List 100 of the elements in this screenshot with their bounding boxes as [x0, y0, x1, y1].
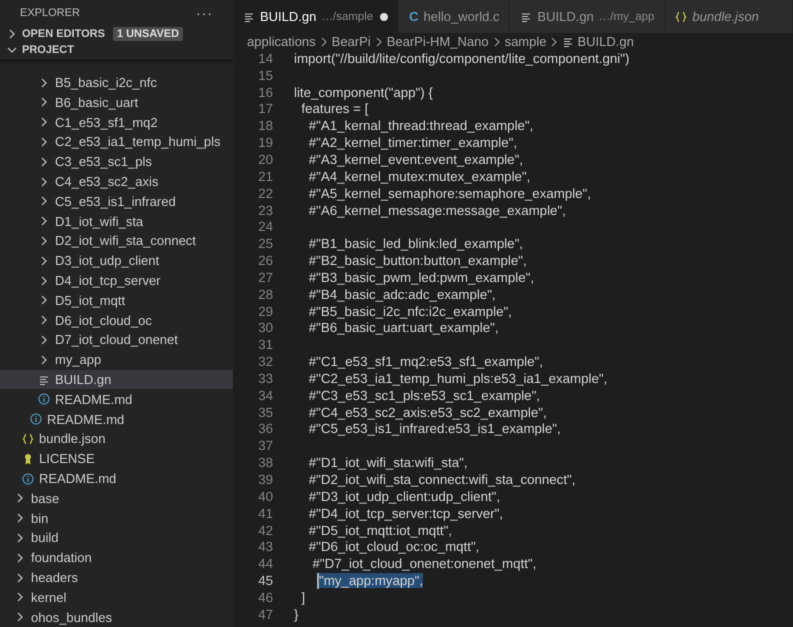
tree-item[interactable]: D6_iot_cloud_oc [0, 310, 233, 330]
line-number: 36 [257, 421, 273, 436]
code-line: #"B5_basic_i2c_nfc:i2c_example", [308, 304, 512, 319]
tab-title: hello_world.c [424, 9, 500, 24]
tree-item[interactable]: ohos_bundles [0, 607, 233, 627]
line-number: 39 [257, 472, 273, 488]
tree-item[interactable]: D4_iot_tcp_server [0, 270, 233, 290]
tree-item[interactable]: C4_e53_sc2_axis [0, 172, 233, 192]
code-line: #"D7_iot_cloud_onenet:onenet_mqtt", [311, 556, 536, 572]
tree-item[interactable]: D2_iot_wifi_sta_connect [0, 231, 233, 251]
code-line: #"B1_basic_led_blink:led_example", [308, 236, 523, 252]
line-number: 46 [257, 590, 273, 605]
line-number: 41 [257, 506, 273, 521]
ribbon-icon [22, 452, 34, 465]
editor-tab[interactable]: C hello_world.c [399, 0, 510, 33]
tree-item[interactable]: bundle.json [0, 429, 233, 449]
breadcrumb[interactable]: BearPi-HM_Nano [386, 34, 489, 49]
line-number: 25 [257, 236, 273, 252]
tree-item[interactable]: B6_basic_uart [0, 92, 233, 112]
tree-item[interactable]: LICENSE [0, 448, 233, 469]
tree-item[interactable]: bin [0, 508, 233, 528]
line-number: 20 [257, 152, 273, 167]
breadcrumb[interactable]: sample [504, 34, 546, 49]
tree-item[interactable]: BUILD.gn [0, 370, 233, 390]
tree-item[interactable]: C3_e53_sc1_pls [0, 152, 233, 172]
braces-icon [675, 10, 688, 22]
line-number: 44 [257, 556, 273, 572]
tree-item[interactable]: D7_iot_cloud_onenet [0, 330, 233, 350]
tree-item[interactable]: README.md [0, 409, 233, 430]
code-line: #"D5_iot_mqtt:iot_mqtt", [308, 522, 452, 538]
info-icon [30, 413, 42, 426]
tree-item[interactable]: my_app [0, 350, 233, 370]
line-number: 38 [257, 455, 273, 470]
line-number: 18 [257, 118, 273, 134]
selected-code: "my_app:myapp", [319, 573, 424, 588]
code-line: #"D4_iot_tcp_server:tcp_server", [308, 506, 503, 521]
tree-item[interactable]: foundation [0, 548, 233, 568]
code-line: #"A6_kernel_message:message_example", [308, 202, 566, 218]
line-number: 32 [257, 354, 273, 370]
line-number: 37 [257, 438, 273, 454]
line-number: 15 [257, 68, 273, 83]
info-icon [38, 393, 50, 406]
line-number: 31 [257, 337, 273, 352]
text-cursor [317, 572, 319, 589]
tab-title: BUILD.gn [260, 9, 316, 24]
code-line: #"D1_iot_wifi_sta:wifi_sta", [308, 455, 468, 470]
line-number: 45 [257, 573, 273, 588]
code-line: features = [ [300, 101, 368, 116]
breadcrumb[interactable]: applications [247, 34, 316, 49]
section-header[interactable]: OPEN EDITORS [22, 28, 105, 40]
tree-item[interactable]: C5_e53_is1_infrared [0, 191, 233, 212]
tree-item[interactable]: kernel [0, 587, 233, 608]
breadcrumb[interactable]: BearPi [332, 34, 371, 49]
editor-tab[interactable]: BUILD.gn …/sample [233, 0, 400, 33]
tree-item[interactable]: D5_iot_mqtt [0, 290, 233, 310]
code-line: #"C2_e53_ia1_temp_humi_pls:e53_ia1_example", [308, 370, 608, 386]
line-number: 22 [257, 186, 273, 201]
tab-path: …/sample [321, 10, 374, 22]
section-header[interactable]: PROJECT [22, 44, 74, 56]
explorer-title: EXPLORER [20, 6, 80, 19]
line-number: 43 [257, 539, 273, 554]
code-line: #"A4_kernel_mutex:mutex_example", [308, 168, 530, 184]
code-line: #"A5_kernel_semaphore:semaphore_example", [308, 186, 591, 201]
line-number: 23 [257, 202, 273, 218]
editor-tab[interactable]: BUILD.gn …/my_app [510, 0, 666, 33]
tree-item[interactable]: C2_e53_ia1_temp_humi_pls [0, 132, 233, 152]
braces-icon [22, 432, 34, 445]
chevron-icon [549, 36, 560, 48]
editor-tab[interactable]: bundle.json [665, 0, 793, 33]
code-line: #"C4_e53_sc2_axis:e53_sc2_example", [308, 404, 547, 420]
more-actions-button[interactable]: ··· [196, 4, 213, 21]
tree-item[interactable]: base [0, 488, 233, 508]
tree-item[interactable]: headers [0, 568, 233, 588]
tree-item[interactable]: D1_iot_wifi_sta [0, 211, 233, 232]
line-number: 47 [257, 606, 273, 622]
code-line: import("//build/lite/config/component/lite_component.gni") [294, 50, 630, 66]
tab-path: …/my_app [598, 10, 654, 22]
code-line: #"A2_kernel_timer:timer_example", [308, 135, 518, 150]
code-line: #"C1_e53_sf1_mq2:e53_sf1_example", [308, 354, 543, 370]
tree-item[interactable]: build [0, 528, 233, 548]
tab-title: BUILD.gn [537, 9, 594, 24]
lines-icon [562, 36, 574, 48]
unsaved-badge: 1 UNSAVED [112, 27, 184, 42]
code-line: #"B3_basic_pwm_led:pwm_example", [308, 270, 534, 285]
chevron-icon [492, 36, 502, 48]
tree-item[interactable]: D3_iot_udp_client [0, 250, 233, 271]
line-number: 29 [257, 304, 273, 319]
breadcrumb[interactable]: BUILD.gn [577, 34, 634, 49]
line-number: 16 [257, 84, 273, 100]
lines-icon [520, 10, 532, 22]
code-line: #"B4_basic_adc:adc_example", [308, 286, 496, 302]
tree-item[interactable]: README.md [0, 389, 233, 410]
tree-item[interactable]: B5_basic_i2c_nfc [0, 72, 233, 92]
code-line: lite_component("app") { [294, 84, 433, 100]
tree-item[interactable]: README.md [0, 468, 233, 488]
code-line: ] [300, 590, 306, 605]
tab-title: bundle.json [692, 9, 759, 24]
tree-item[interactable]: C1_e53_sf1_mq2 [0, 112, 233, 132]
code-line: #"C5_e53_is1_infrared:e53_is1_example", [308, 421, 561, 436]
line-number: 42 [257, 522, 273, 538]
